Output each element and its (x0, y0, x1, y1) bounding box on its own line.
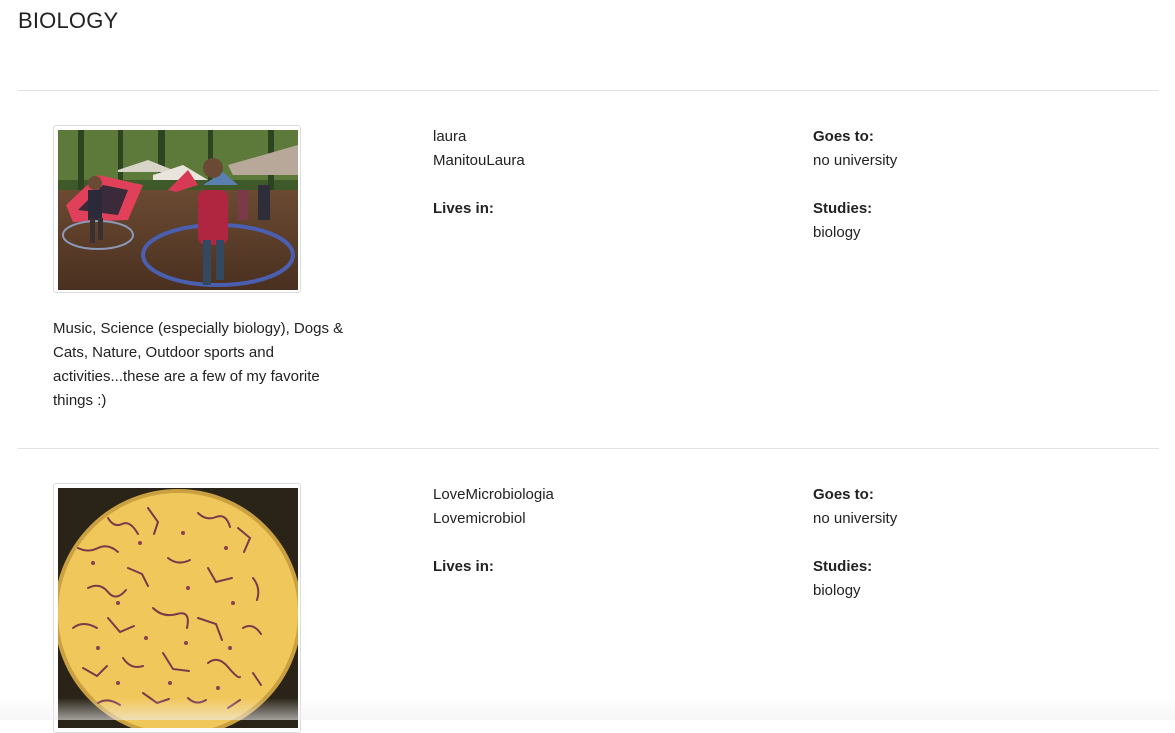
profile-names: LoveMicrobiologia Lovemicrobiol Lives in… (433, 483, 554, 579)
profile-username: Lovemicrobiol (433, 507, 554, 531)
profile-name-link[interactable]: laura (433, 125, 525, 149)
profile-username: ManitouLaura (433, 149, 525, 173)
goes-to-label: Goes to: (813, 483, 897, 507)
divider (18, 90, 1159, 91)
page-title: BIOLOGY (18, 6, 118, 36)
studies-label: Studies: (813, 197, 897, 221)
profile-name-link[interactable]: LoveMicrobiologia (433, 483, 554, 507)
profile-education: Goes to: no university Studies: biology (813, 125, 897, 245)
lives-in-label: Lives in: (433, 197, 525, 221)
lives-in-label: Lives in: (433, 555, 554, 579)
studies-value: biology (813, 221, 897, 245)
studies-value: biology (813, 579, 897, 603)
divider (18, 448, 1159, 449)
profile-names: laura ManitouLaura Lives in: (433, 125, 525, 221)
profile-photo[interactable] (53, 125, 301, 293)
microscope-bacteria-photo (58, 488, 298, 728)
profile-education: Goes to: no university Studies: biology (813, 483, 897, 603)
profile-bio: Music, Science (especially biology), Dog… (53, 317, 363, 413)
goes-to-label: Goes to: (813, 125, 897, 149)
goes-to-value: no university (813, 149, 897, 173)
profile-photo[interactable] (53, 483, 301, 733)
camping-hula-hoop-photo (58, 130, 298, 290)
goes-to-value: no university (813, 507, 897, 531)
studies-label: Studies: (813, 555, 897, 579)
